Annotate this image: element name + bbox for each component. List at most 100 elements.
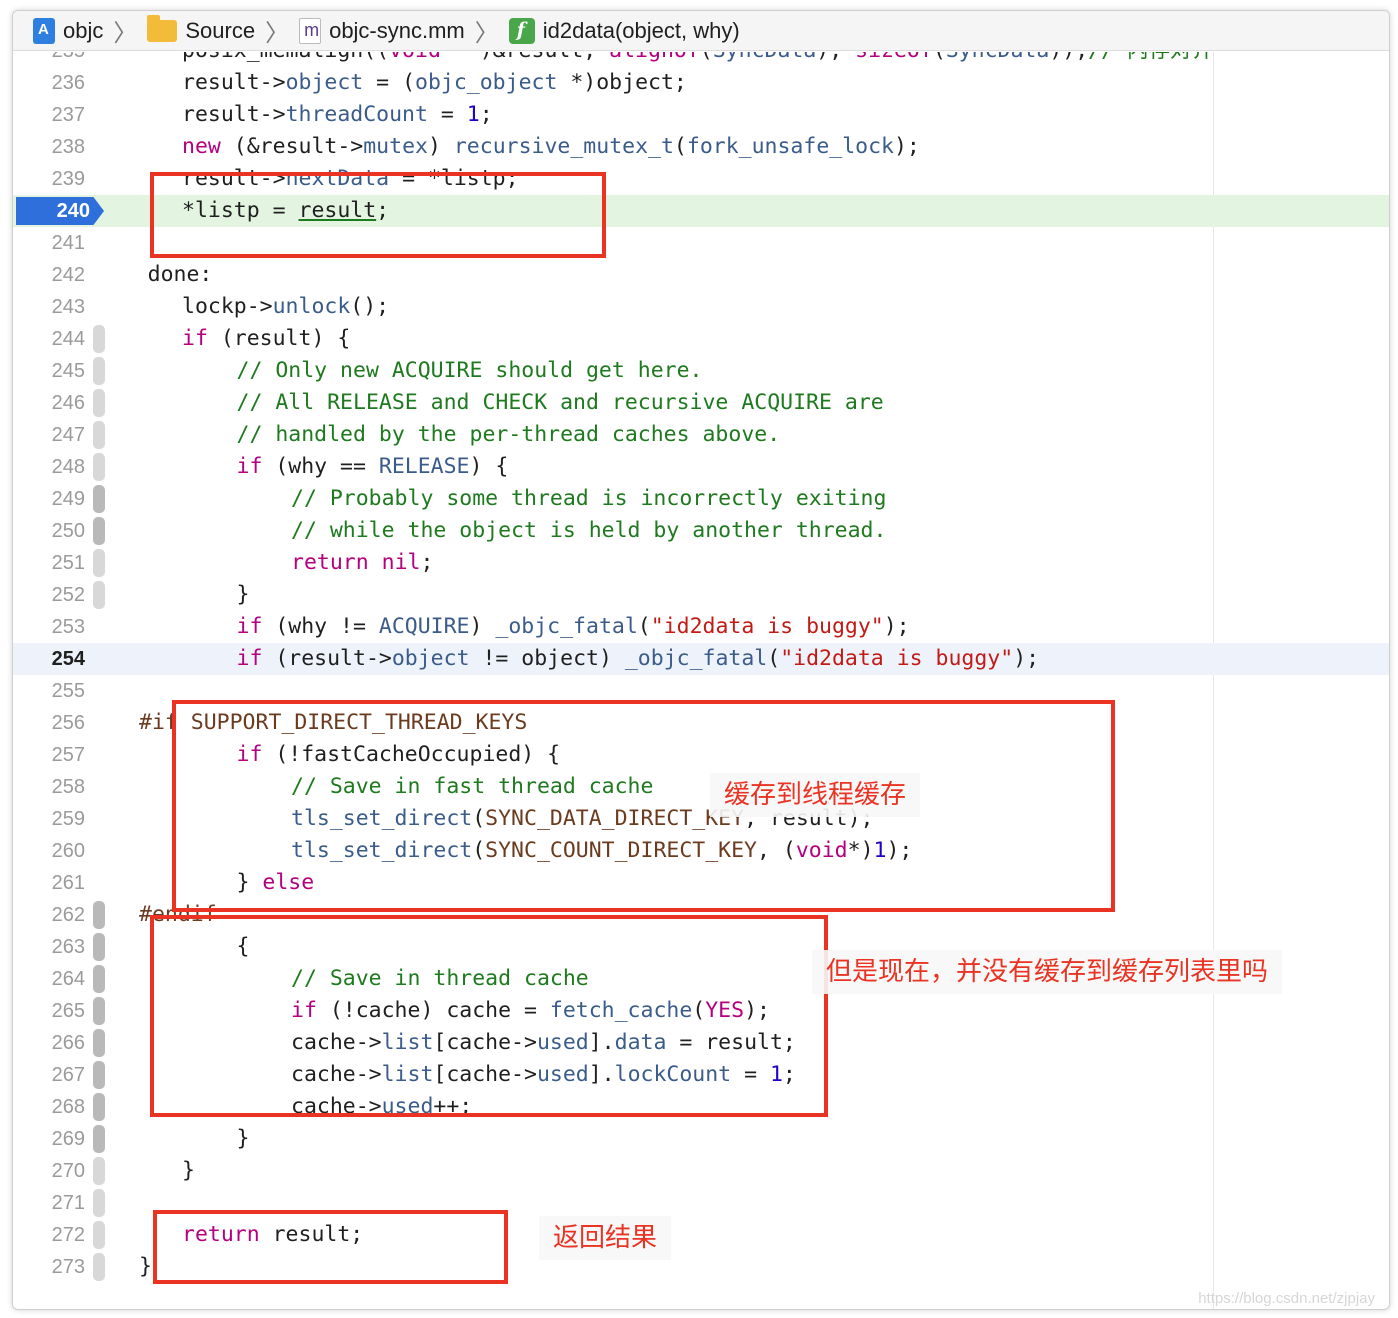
code-fold-ribbon[interactable] bbox=[93, 325, 105, 353]
code-fold-ribbon[interactable] bbox=[93, 421, 105, 449]
breadcrumb-function-label: id2data(object, why) bbox=[542, 17, 740, 43]
line-number[interactable]: 263 bbox=[13, 931, 85, 963]
line-number[interactable]: 254 bbox=[13, 643, 85, 675]
code-fold-ribbon[interactable] bbox=[93, 485, 105, 513]
line-number[interactable]: 245 bbox=[13, 355, 85, 387]
code-fold-ribbon[interactable] bbox=[93, 453, 105, 481]
line-number[interactable]: 268 bbox=[13, 1091, 85, 1123]
line-number[interactable]: 255 bbox=[13, 675, 85, 707]
code-fold-ribbon[interactable] bbox=[93, 517, 105, 545]
code-text: done: bbox=[147, 262, 213, 287]
code-text: if (result->object != object) _objc_fata… bbox=[236, 646, 1040, 671]
code-line[interactable]: 269} bbox=[13, 1123, 1389, 1155]
annotation-box-listp bbox=[150, 172, 606, 258]
code-line[interactable]: 253 if (why != ACQUIRE) _objc_fatal("id2d… bbox=[13, 611, 1389, 643]
line-number[interactable]: 239 bbox=[13, 163, 85, 195]
line-number[interactable]: 264 bbox=[13, 963, 85, 995]
line-number[interactable]: 265 bbox=[13, 995, 85, 1027]
code-fold-ribbon[interactable] bbox=[93, 389, 105, 417]
code-line[interactable]: 251 return nil; bbox=[13, 547, 1389, 579]
line-number[interactable]: 271 bbox=[13, 1187, 85, 1219]
line-number[interactable]: 270 bbox=[13, 1155, 85, 1187]
line-number[interactable]: 269 bbox=[13, 1123, 85, 1155]
line-number[interactable]: 250 bbox=[13, 515, 85, 547]
line-number[interactable]: 257 bbox=[13, 739, 85, 771]
code-fold-ribbon[interactable] bbox=[93, 1253, 105, 1281]
annotation-cache-to-thread: 缓存到线程缓存 bbox=[710, 773, 921, 817]
code-line[interactable]: 243 lockp->unlock(); bbox=[13, 291, 1389, 323]
code-line[interactable]: 244 if (result) { bbox=[13, 323, 1389, 355]
breadcrumb-project[interactable]: objc bbox=[33, 17, 103, 44]
code-line[interactable]: 270} bbox=[13, 1155, 1389, 1187]
chevron-right-icon: 〉 bbox=[113, 20, 138, 47]
code-line[interactable]: 254 if (result->object != object) _objc_f… bbox=[13, 643, 1389, 675]
code-fold-ribbon[interactable] bbox=[93, 901, 105, 929]
code-fold-ribbon[interactable] bbox=[93, 1029, 105, 1057]
line-number[interactable]: 266 bbox=[13, 1027, 85, 1059]
code-line[interactable]: 238 new (&result->mutex) recursive_mutex_… bbox=[13, 131, 1389, 163]
line-number[interactable]: 246 bbox=[13, 387, 85, 419]
line-number[interactable]: 253 bbox=[13, 611, 85, 643]
line-number[interactable]: 272 bbox=[13, 1219, 85, 1251]
line-number[interactable]: 252 bbox=[13, 579, 85, 611]
code-line[interactable]: 245 // Only new ACQUIRE should get here. bbox=[13, 355, 1389, 387]
line-number[interactable]: 258 bbox=[13, 771, 85, 803]
breadcrumb-function[interactable]: id2data(object, why) bbox=[508, 17, 740, 44]
annotation-box-thread-cache bbox=[150, 915, 828, 1117]
code-fold-ribbon[interactable] bbox=[93, 357, 105, 385]
code-line[interactable]: 236 result->object = (objc_object *)objec… bbox=[13, 67, 1389, 99]
line-number[interactable]: 244 bbox=[13, 323, 85, 355]
line-number[interactable]: 235 bbox=[13, 52, 85, 67]
function-icon bbox=[508, 17, 535, 44]
line-number[interactable]: 261 bbox=[13, 867, 85, 899]
line-number[interactable]: 273 bbox=[13, 1251, 85, 1283]
code-fold-ribbon[interactable] bbox=[93, 1093, 105, 1121]
annotation-box-fast-cache bbox=[172, 700, 1115, 912]
line-number[interactable]: 248 bbox=[13, 451, 85, 483]
code-line[interactable]: 250 // while the object is held by anothe… bbox=[13, 515, 1389, 547]
code-fold-ribbon[interactable] bbox=[93, 581, 105, 609]
code-line[interactable]: 247 // handled by the per-thread caches a… bbox=[13, 419, 1389, 451]
code-text: if (why != ACQUIRE) _objc_fatal("id2data… bbox=[236, 614, 910, 639]
program-counter-marker[interactable]: 240 bbox=[16, 197, 104, 225]
line-number[interactable]: 249 bbox=[13, 483, 85, 515]
code-fold-ribbon[interactable] bbox=[93, 965, 105, 993]
code-fold-ribbon[interactable] bbox=[93, 1189, 105, 1217]
line-number[interactable]: 237 bbox=[13, 99, 85, 131]
code-fold-ribbon[interactable] bbox=[93, 549, 105, 577]
code-text: // All RELEASE and CHECK and recursive A… bbox=[236, 390, 884, 415]
line-number[interactable]: 243 bbox=[13, 291, 85, 323]
line-number[interactable]: 260 bbox=[13, 835, 85, 867]
line-number[interactable]: 259 bbox=[13, 803, 85, 835]
code-line[interactable]: 235 posix_memalign((void **)&result, alig… bbox=[13, 52, 1389, 67]
breadcrumb-file[interactable]: objc-sync.mm bbox=[299, 17, 465, 44]
code-fold-ribbon[interactable] bbox=[93, 1157, 105, 1185]
breadcrumb-file-label: objc-sync.mm bbox=[329, 17, 465, 43]
code-line[interactable]: 248 if (why == RELEASE) { bbox=[13, 451, 1389, 483]
code-line[interactable]: 249 // Probably some thread is incorrectl… bbox=[13, 483, 1389, 515]
line-number[interactable]: 251 bbox=[13, 547, 85, 579]
line-number[interactable]: 236 bbox=[13, 67, 85, 99]
line-number[interactable]: 256 bbox=[13, 707, 85, 739]
code-editor[interactable]: 235 posix_memalign((void **)&result, alig… bbox=[13, 52, 1389, 1309]
code-line[interactable]: 252} bbox=[13, 579, 1389, 611]
code-text: posix_memalign((void **)&result, alignof… bbox=[182, 52, 1213, 67]
code-fold-ribbon[interactable] bbox=[93, 1221, 105, 1249]
line-number[interactable]: 262 bbox=[13, 899, 85, 931]
code-line[interactable]: 246 // All RELEASE and CHECK and recursiv… bbox=[13, 387, 1389, 419]
code-text: if (why == RELEASE) { bbox=[236, 454, 509, 479]
line-number[interactable]: 242 bbox=[13, 259, 85, 291]
line-number[interactable]: 241 bbox=[13, 227, 85, 259]
code-fold-ribbon[interactable] bbox=[93, 1061, 105, 1089]
code-line[interactable]: 242 done: bbox=[13, 259, 1389, 291]
line-number[interactable]: 238 bbox=[13, 131, 85, 163]
breadcrumb-folder[interactable]: Source bbox=[147, 14, 255, 44]
code-fold-ribbon[interactable] bbox=[93, 933, 105, 961]
code-fold-ribbon[interactable] bbox=[93, 1125, 105, 1153]
code-text: return nil; bbox=[291, 550, 434, 575]
code-fold-ribbon[interactable] bbox=[93, 997, 105, 1025]
line-number[interactable]: 247 bbox=[13, 419, 85, 451]
line-number[interactable]: 267 bbox=[13, 1059, 85, 1091]
code-line[interactable]: 237 result->threadCount = 1; bbox=[13, 99, 1389, 131]
folder-icon bbox=[147, 14, 178, 42]
